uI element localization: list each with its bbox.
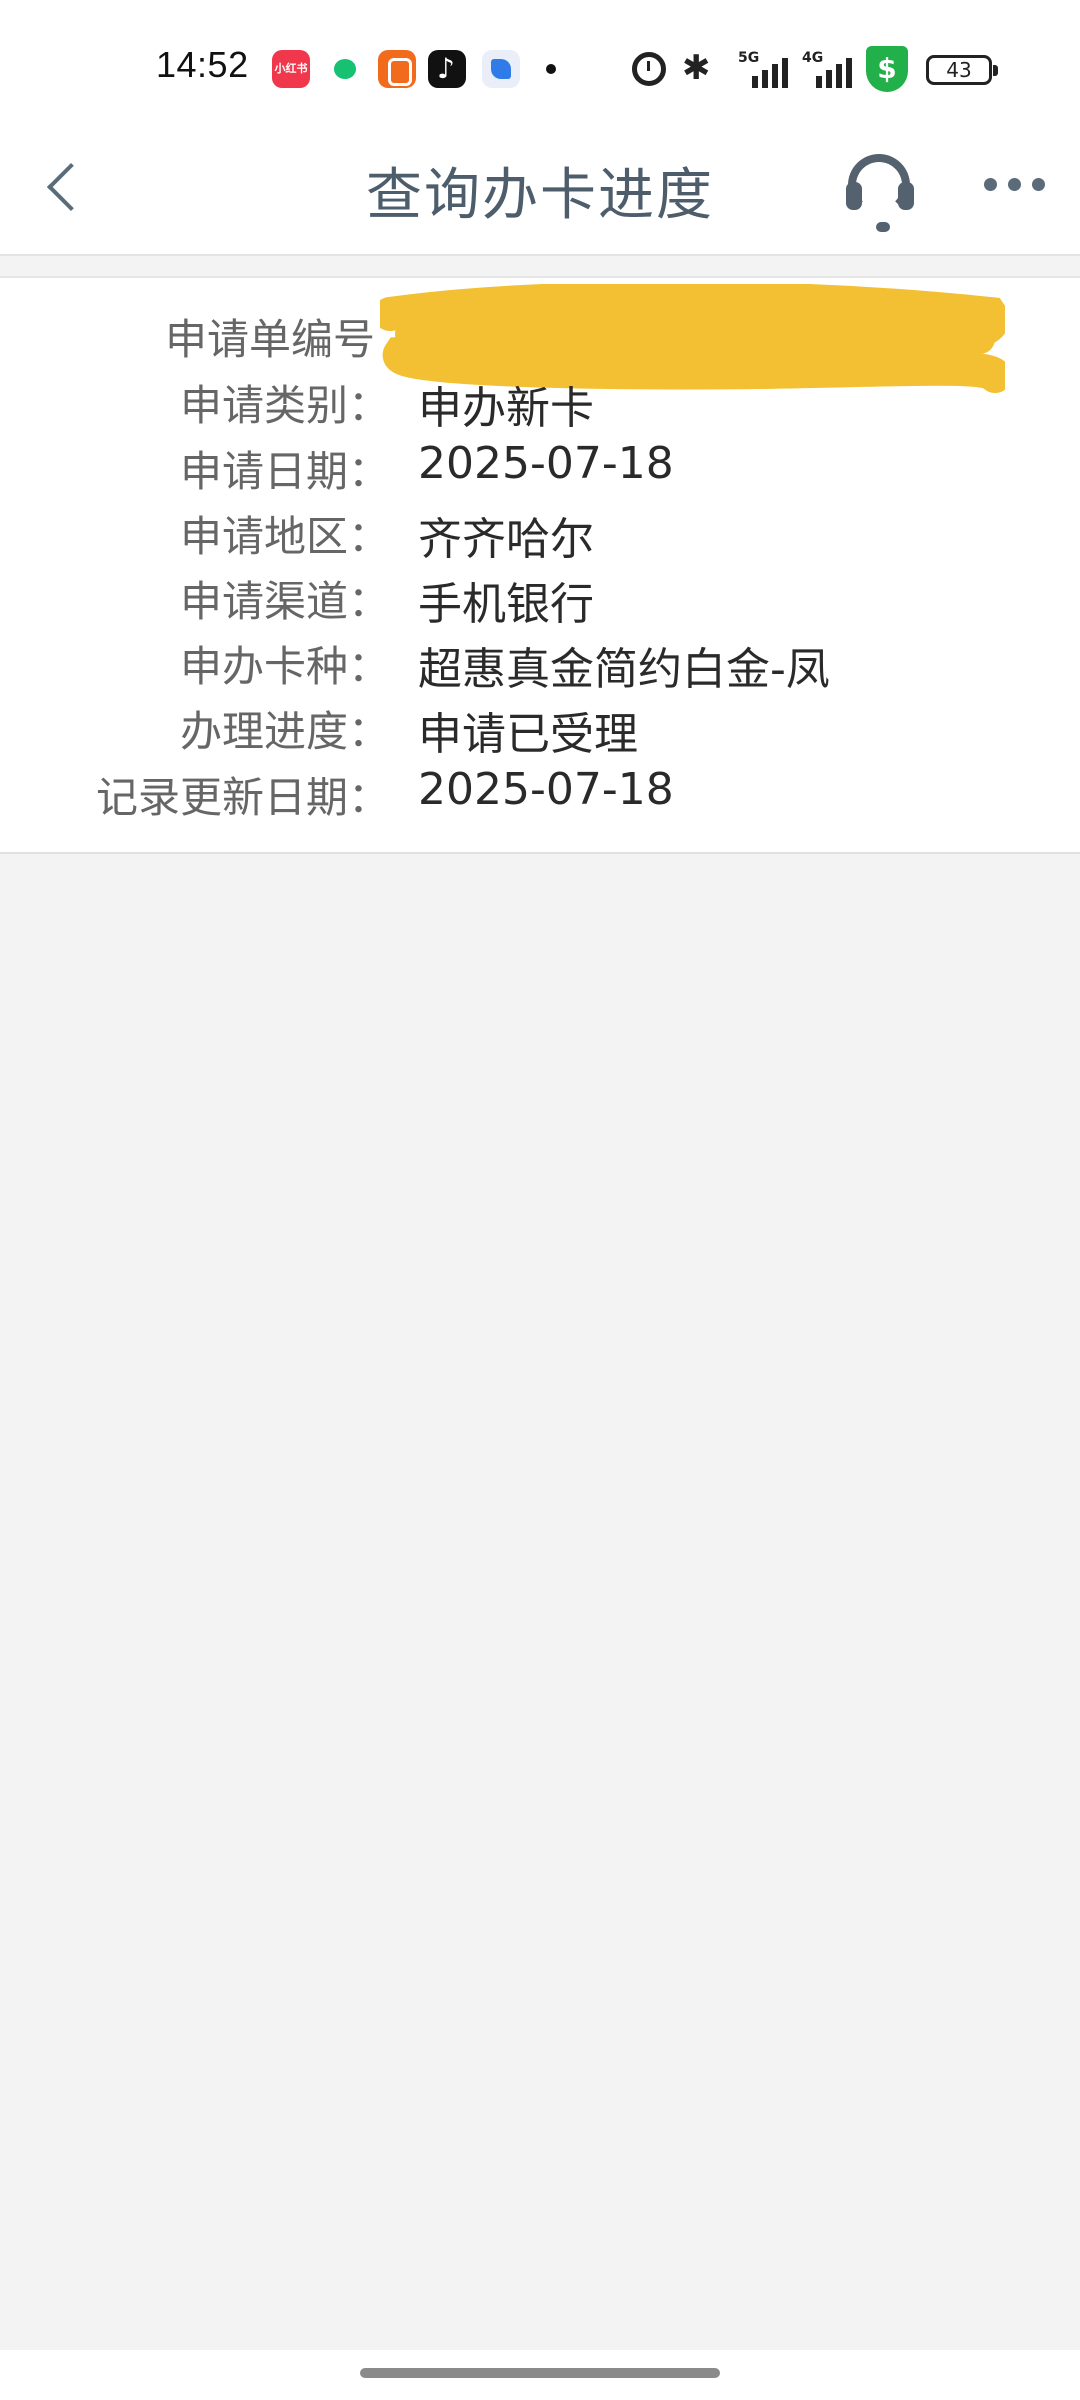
detail-row-channel: 申请渠道： 手机银行 [0,568,1080,630]
detail-label: 办理进度： [179,707,390,756]
detail-label: 申请地区： [179,512,390,561]
signal-5g-icon: 5G [738,50,798,90]
detail-label: 记录更新日期： [95,773,390,822]
detail-value: 手机银行 [418,579,594,630]
detail-row-date: 申请日期： 2025-07-18 [0,438,1080,498]
message-icon [326,50,364,88]
detail-row-region: 申请地区： 齐齐哈尔 [0,503,1080,565]
signal-5g-label: 5G [738,50,760,66]
alarm-icon [632,52,666,86]
battery-icon: 43 [926,55,998,85]
detail-row-card-type: 申办卡种： 超惠真金简约白金-凤 [0,633,1080,695]
more-notifications-dot [546,64,556,74]
bluetooth-icon: ✱ [682,48,711,88]
detail-label: 申办卡种： [179,642,390,691]
customer-service-button[interactable] [836,142,926,232]
more-button[interactable] [980,170,1050,200]
signal-4g-icon: 4G [802,50,862,90]
application-details-card: 申请单编号 申请类别： 申办新卡 申请日期： 2025-07-18 申请地区： … [0,276,1080,854]
detail-row-category: 申请类别： 申办新卡 [0,372,1080,434]
home-indicator[interactable] [360,2368,720,2378]
detail-value: 2025-07-18 [418,764,674,815]
detail-label: 申请类别： [179,381,390,430]
kuaishou-icon [378,50,416,88]
detail-value: 申办新卡 [418,383,594,434]
feather-icon [482,50,520,88]
detail-label: 申请日期： [179,447,390,496]
tiktok-icon [428,50,466,88]
security-shield-icon: $ [866,46,908,92]
detail-value: 申请已受理 [418,709,638,760]
detail-row-updated-date: 记录更新日期： 2025-07-18 [0,764,1080,824]
detail-label: 申请渠道： [179,577,390,626]
nav-header: 查询办卡进度 [0,120,1080,256]
signal-4g-label: 4G [802,50,824,66]
detail-value: 齐齐哈尔 [418,514,594,565]
status-time: 14:52 [156,44,249,85]
detail-row-progress: 办理进度： 申请已受理 [0,698,1080,760]
detail-value: 2025-07-18 [418,438,674,489]
detail-value: 超惠真金简约白金-凤 [418,644,830,695]
status-bar: 14:52 小红书 ✱ 5G 4G $ 43 [0,0,1080,120]
xiaohongshu-icon: 小红书 [272,50,310,88]
detail-label: 申请单编号 [164,315,375,364]
